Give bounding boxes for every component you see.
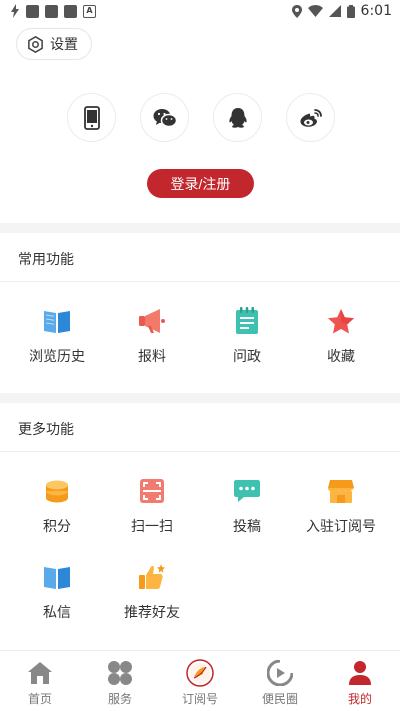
book-icon — [42, 562, 72, 592]
subscribe-icon — [186, 659, 214, 687]
phone-icon — [83, 105, 100, 130]
thumbs-up-icon — [137, 562, 167, 592]
clock: 6:01 — [360, 3, 392, 19]
item-label: 积分 — [43, 519, 71, 535]
signal-icon — [328, 5, 341, 17]
notepad-icon — [232, 306, 262, 336]
report-news-item[interactable]: 报料 — [102, 306, 202, 366]
settings-button[interactable]: 设置 — [16, 28, 92, 60]
section-separator — [0, 223, 400, 233]
more-functions-title: 更多功能 — [18, 422, 74, 438]
wifi-icon — [307, 5, 323, 17]
nav-service[interactable]: 服务 — [80, 651, 160, 711]
gear-icon — [28, 35, 43, 53]
status-right: 6:01 — [291, 3, 392, 19]
bottom-navigation: 首页 服务 订阅号 便民圈 我的 — [0, 650, 400, 711]
join-subscription-item[interactable]: 入驻订阅号 — [291, 476, 391, 536]
item-label: 收藏 — [327, 349, 355, 365]
megaphone-icon — [137, 306, 167, 336]
browse-history-item[interactable]: 浏览历史 — [7, 306, 107, 366]
notification-icon — [26, 4, 39, 18]
item-label: 入驻订阅号 — [306, 519, 376, 535]
private-message-item[interactable]: 私信 — [7, 562, 107, 622]
location-icon — [291, 4, 302, 18]
phone-login-button[interactable] — [67, 93, 116, 142]
chat-icon — [232, 476, 262, 506]
item-label: 问政 — [233, 349, 261, 365]
divider — [0, 281, 400, 282]
flash-icon — [11, 4, 19, 18]
common-functions-title: 常用功能 — [18, 252, 74, 268]
weibo-icon — [299, 108, 322, 127]
qq-icon — [228, 107, 247, 128]
home-icon — [26, 659, 54, 687]
recommend-friends-item[interactable]: 推荐好友 — [102, 562, 202, 622]
nav-subscription[interactable]: 订阅号 — [160, 651, 240, 711]
coins-icon — [42, 476, 72, 506]
nav-mine[interactable]: 我的 — [320, 651, 400, 711]
status-left: A — [10, 4, 96, 18]
inquiry-item[interactable]: 问政 — [197, 306, 297, 366]
shop-icon — [326, 476, 356, 506]
section-separator — [0, 393, 400, 403]
grid-icon — [106, 659, 134, 687]
circle-icon — [266, 659, 294, 687]
item-label: 推荐好友 — [124, 605, 180, 621]
wechat-icon — [153, 108, 177, 127]
divider — [0, 451, 400, 452]
weibo-login-button[interactable] — [286, 93, 335, 142]
notification-a-icon: A — [83, 4, 96, 18]
user-icon — [346, 659, 374, 687]
nav-label: 便民圈 — [261, 692, 298, 706]
wechat-login-button[interactable] — [140, 93, 189, 142]
nav-label: 订阅号 — [181, 692, 218, 706]
scan-item[interactable]: 扫一扫 — [102, 476, 202, 536]
settings-label: 设置 — [50, 37, 78, 53]
qq-login-button[interactable] — [213, 93, 262, 142]
points-item[interactable]: 积分 — [7, 476, 107, 536]
star-icon — [326, 306, 356, 336]
item-label: 扫一扫 — [131, 519, 173, 535]
notification-icon — [45, 4, 58, 18]
nav-label: 我的 — [347, 692, 372, 706]
nav-label: 首页 — [27, 692, 52, 706]
battery-icon — [346, 4, 355, 18]
nav-label: 服务 — [107, 692, 132, 706]
scan-icon — [137, 476, 167, 506]
nav-community[interactable]: 便民圈 — [240, 651, 320, 711]
book-icon — [42, 306, 72, 336]
status-bar: A 6:01 — [0, 0, 400, 22]
item-label: 浏览历史 — [29, 349, 85, 365]
item-label: 投稿 — [233, 519, 261, 535]
nav-home[interactable]: 首页 — [0, 651, 80, 711]
social-login-row — [67, 93, 335, 142]
login-register-button[interactable]: 登录/注册 — [147, 169, 254, 198]
submit-article-item[interactable]: 投稿 — [197, 476, 297, 536]
favorites-item[interactable]: 收藏 — [291, 306, 391, 366]
item-label: 私信 — [43, 605, 71, 621]
item-label: 报料 — [138, 349, 166, 365]
notification-icon — [64, 4, 77, 18]
